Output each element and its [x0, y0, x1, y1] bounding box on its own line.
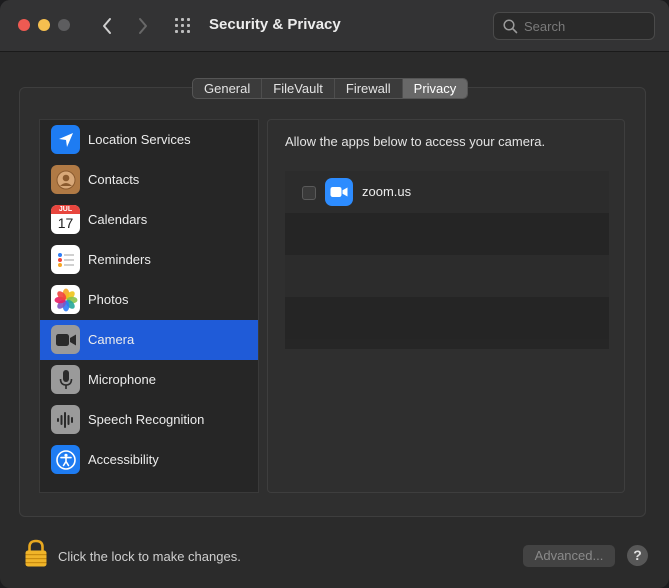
app-row-empty — [285, 255, 609, 297]
zoom-icon — [325, 178, 353, 206]
search-input[interactable] — [524, 17, 644, 36]
sidebar-item-label: Microphone — [88, 372, 156, 387]
sidebar-item-microphone[interactable]: Microphone — [40, 360, 258, 400]
sidebar-item-reminders[interactable]: Reminders — [40, 240, 258, 280]
app-row-empty — [285, 213, 609, 255]
zoom-button[interactable] — [58, 19, 70, 31]
location-arrow-icon — [51, 125, 80, 154]
app-name: zoom.us — [362, 184, 412, 199]
sidebar-item-label: Calendars — [88, 212, 148, 227]
preferences-window: Security & Privacy General FileVault Fir… — [0, 0, 669, 588]
sidebar-item-label: Reminders — [88, 252, 151, 267]
tab-bar: General FileVault Firewall Privacy — [192, 78, 469, 99]
sidebar-item-label: Photos — [88, 292, 129, 307]
lock-icon[interactable] — [24, 538, 48, 568]
sidebar-item-calendars[interactable]: JUL 17 Calendars — [40, 200, 258, 240]
tab-firewall[interactable]: Firewall — [335, 79, 403, 98]
sidebar-item-partial[interactable] — [40, 480, 258, 493]
chevron-left-icon — [103, 18, 111, 34]
title-bar: Security & Privacy — [0, 0, 669, 52]
sidebar-item-photos[interactable]: Photos — [40, 280, 258, 320]
panel-heading: Allow the apps below to access your came… — [285, 134, 546, 149]
accessibility-icon — [51, 445, 80, 474]
microphone-icon — [51, 365, 80, 394]
photos-icon — [51, 285, 80, 314]
sidebar-item-label: Location Services — [88, 132, 191, 147]
search-icon — [503, 19, 518, 34]
sidebar-item-camera[interactable]: Camera — [40, 320, 258, 360]
back-button[interactable] — [96, 14, 118, 38]
show-all-grid-icon[interactable] — [174, 17, 194, 35]
waveform-icon — [51, 405, 80, 434]
sidebar-item-location-services[interactable]: Location Services — [40, 120, 258, 160]
sidebar-item-label: Contacts — [88, 172, 140, 187]
camera-access-panel: Allow the apps below to access your came… — [267, 119, 625, 493]
lock-message: Click the lock to make changes. — [58, 549, 241, 564]
tab-general[interactable]: General — [193, 79, 263, 98]
calendar-month: JUL — [51, 205, 80, 214]
tab-filevault[interactable]: FileVault — [262, 79, 335, 98]
minimize-button[interactable] — [38, 19, 50, 31]
zoom-access-checkbox[interactable] — [302, 186, 316, 200]
partial-item-icon — [51, 492, 80, 493]
calendar-icon: JUL 17 — [51, 205, 80, 234]
close-button[interactable] — [18, 19, 30, 31]
tab-privacy[interactable]: Privacy — [402, 79, 468, 98]
calendar-day: 17 — [57, 215, 74, 231]
sidebar-item-label: Accessibility — [88, 452, 159, 467]
sidebar-item-label: Camera — [88, 332, 135, 347]
contacts-icon — [51, 165, 80, 194]
search-field[interactable] — [493, 12, 655, 40]
advanced-button[interactable]: Advanced... — [523, 545, 615, 567]
sidebar-item-contacts[interactable]: Contacts — [40, 160, 258, 200]
sidebar-item-label: Speech Recognition — [88, 412, 205, 427]
window-title: Security & Privacy — [209, 16, 341, 33]
reminders-icon — [51, 245, 80, 274]
app-list[interactable]: zoom.us — [285, 171, 609, 349]
app-row-empty — [285, 297, 609, 339]
sidebar-item-speech-recognition[interactable]: Speech Recognition — [40, 400, 258, 440]
forward-button[interactable] — [132, 14, 154, 38]
privacy-category-list[interactable]: Location Services Contacts JUL 17 Calend… — [39, 119, 259, 493]
help-button[interactable]: ? — [627, 545, 648, 566]
sidebar-item-accessibility[interactable]: Accessibility — [40, 440, 258, 480]
camera-icon — [51, 325, 80, 354]
app-row-zoom[interactable]: zoom.us — [285, 171, 609, 213]
chevron-right-icon — [139, 18, 147, 34]
